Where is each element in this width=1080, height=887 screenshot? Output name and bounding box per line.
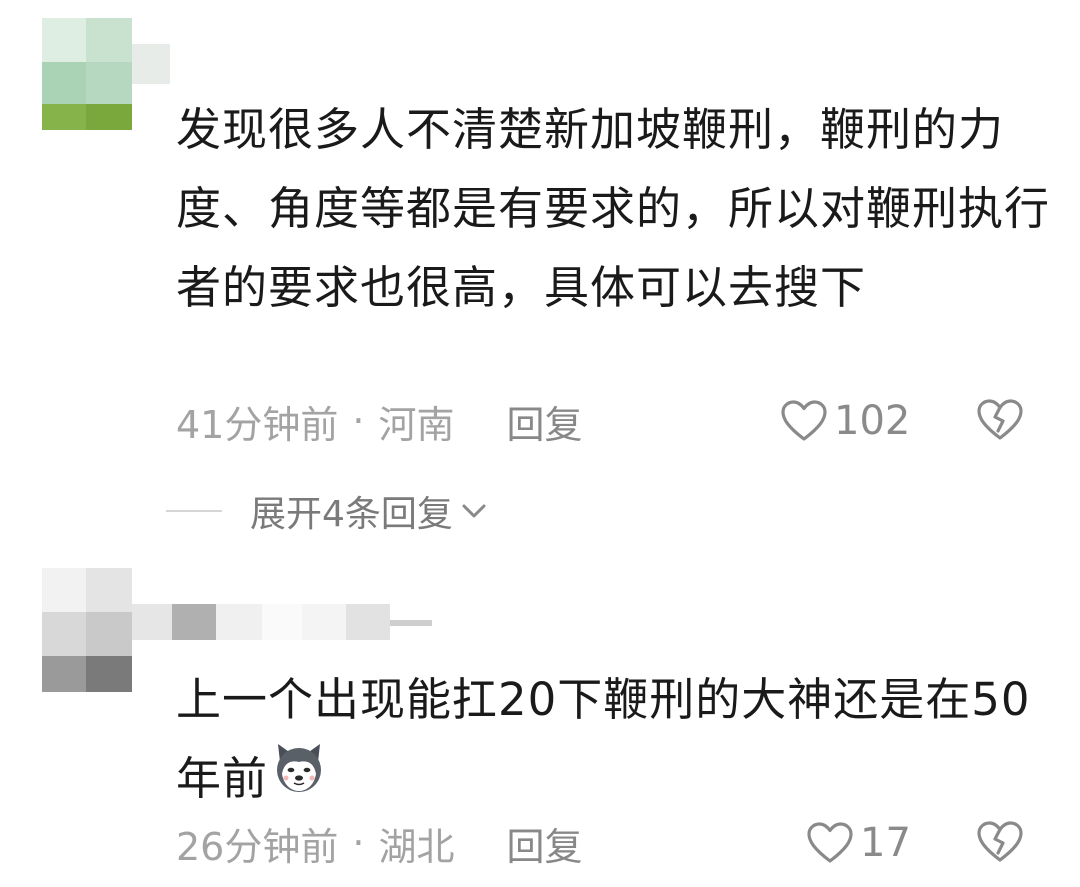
reply-button[interactable]: 回复 [506, 394, 582, 449]
reply-button[interactable]: 回复 [506, 816, 582, 871]
comment-text: 发现很多人不清楚新加坡鞭刑，鞭刑的力度、角度等都是有要求的，所以对鞭刑执行者的要… [176, 103, 1051, 314]
expand-replies-button[interactable]: 展开4条回复 [166, 486, 489, 536]
timestamp: 41分钟前 [176, 402, 339, 447]
expand-replies-label: 展开4条回复 [250, 494, 453, 535]
avatar[interactable] [42, 568, 132, 692]
location: 湖北 [378, 824, 455, 869]
like-button[interactable]: 17 [806, 820, 911, 866]
separator-dot: · [352, 399, 365, 443]
heart-outline-icon [780, 399, 828, 443]
broken-heart-icon[interactable] [976, 398, 1024, 451]
like-count: 17 [860, 820, 911, 866]
like-button[interactable]: 102 [780, 398, 910, 444]
husky-dog-emoji [272, 739, 326, 818]
heart-outline-icon [806, 821, 854, 865]
location: 河南 [378, 402, 455, 447]
comment-item: 上一个出现能扛20下鞭刑的大神还是在50年前 26分钟前 · 湖北 回复 17 [0, 560, 1080, 887]
like-count: 102 [834, 398, 911, 444]
comment-item: 发现很多人不清楚新加坡鞭刑，鞭刑的力度、角度等都是有要求的，所以对鞭刑执行者的要… [0, 0, 1080, 560]
username[interactable] [132, 44, 170, 84]
separator-dot: · [352, 821, 365, 865]
comment-text: 上一个出现能扛20下鞭刑的大神还是在50年前 [176, 660, 1056, 818]
broken-heart-icon[interactable] [976, 820, 1024, 873]
chevron-down-icon [459, 501, 489, 521]
comment-meta: 26分钟前 · 湖北 回复 17 [176, 816, 1040, 871]
timestamp: 26分钟前 [176, 824, 339, 869]
username[interactable] [132, 604, 432, 640]
comment-meta: 41分钟前 · 河南 回复 102 [176, 394, 1040, 449]
avatar[interactable] [42, 18, 132, 130]
divider [166, 510, 222, 512]
